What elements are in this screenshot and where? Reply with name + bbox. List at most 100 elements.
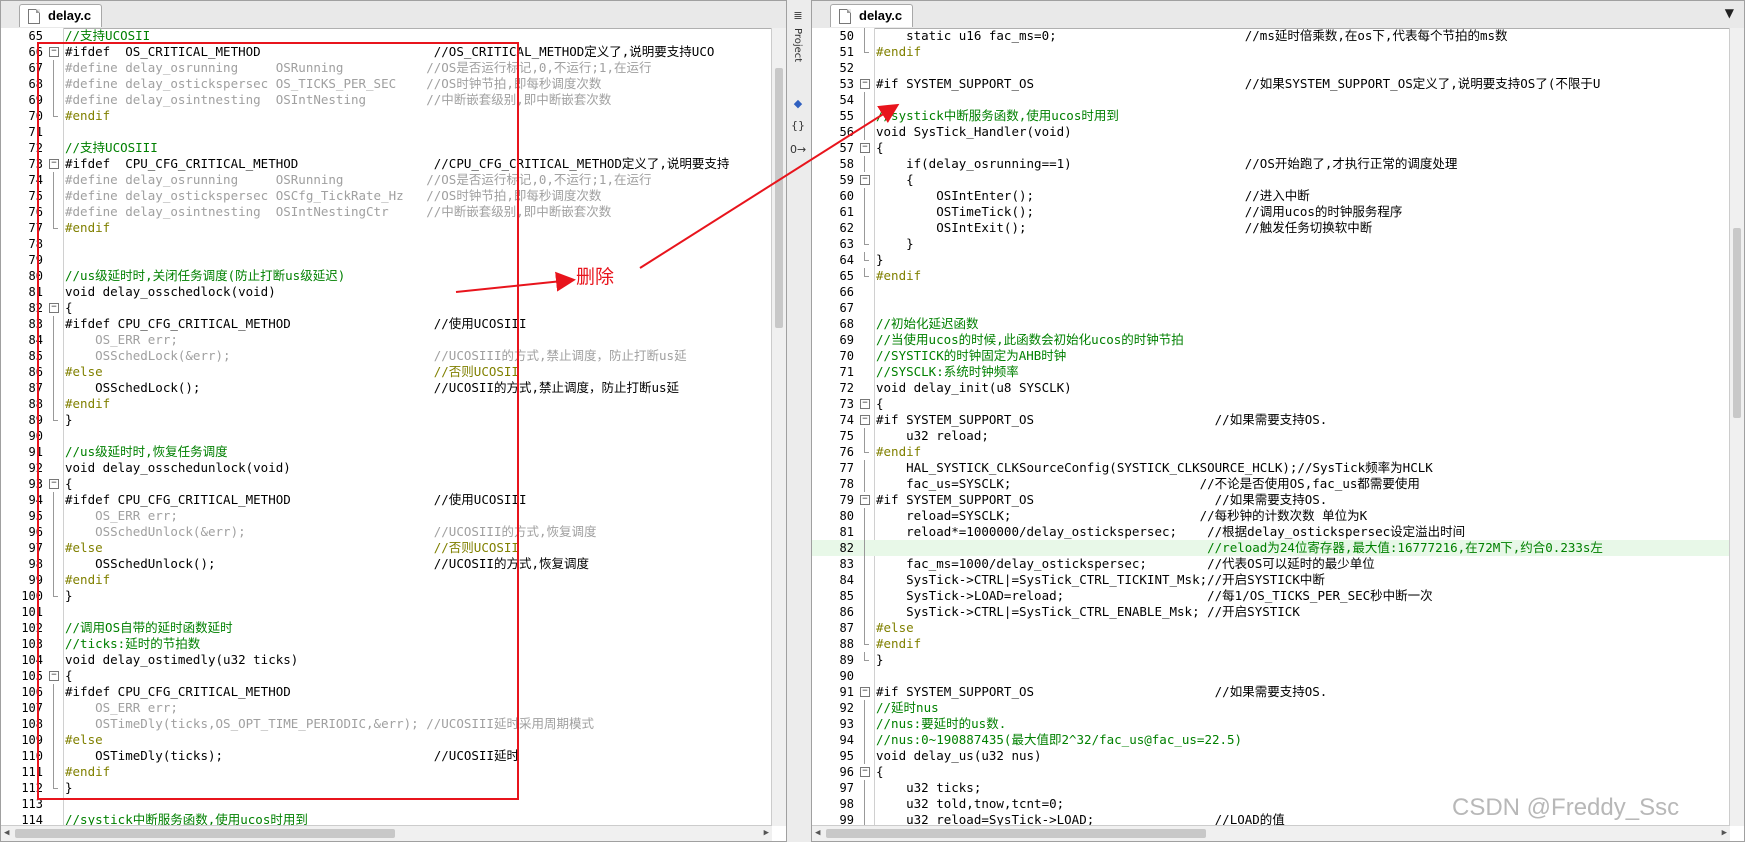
code-line[interactable]: 83 fac_ms=1000/delay_ostickspersec; //代表… bbox=[812, 556, 1730, 572]
code-line[interactable]: 95 void delay_us(u32 nus) bbox=[812, 748, 1730, 764]
code-text[interactable]: #if SYSTEM_SUPPORT_OS //如果需要支持OS. bbox=[876, 412, 1730, 428]
code-text[interactable]: } bbox=[876, 652, 1730, 668]
code-line[interactable]: 51 #endif bbox=[812, 44, 1730, 60]
fold-toggle-icon[interactable] bbox=[860, 76, 870, 92]
code-text[interactable]: OSIntExit(); //触发任务切换软中断 bbox=[876, 220, 1730, 236]
editor-pane-right[interactable]: delay.c ▼ 50 static u16 fac_ms=0; //ms延时… bbox=[811, 0, 1745, 842]
code-text[interactable]: static u16 fac_ms=0; //ms延时倍乘数,在os下,代表每个… bbox=[876, 28, 1730, 44]
code-line[interactable]: 60 OSIntEnter(); //进入中断 bbox=[812, 188, 1730, 204]
code-line[interactable]: 87 #else bbox=[812, 620, 1730, 636]
code-line[interactable]: 74 #if SYSTEM_SUPPORT_OS //如果需要支持OS. bbox=[812, 412, 1730, 428]
books-icon[interactable]: ◆ bbox=[790, 96, 806, 112]
code-text[interactable]: //nus:要延时的us数. bbox=[876, 716, 1730, 732]
code-text[interactable]: } bbox=[876, 252, 1730, 268]
code-text[interactable]: SysTick->CTRL|=SysTick_CTRL_TICKINT_Msk;… bbox=[876, 572, 1730, 588]
horizontal-scrollbar-left[interactable]: ◀ ▶ bbox=[1, 825, 772, 841]
code-text[interactable]: #endif bbox=[876, 268, 1730, 284]
fold-toggle-icon[interactable] bbox=[860, 412, 870, 428]
tab-delay-c-right[interactable]: delay.c bbox=[830, 4, 914, 27]
vertical-scrollbar-left[interactable] bbox=[771, 28, 786, 826]
scroll-thumb[interactable] bbox=[826, 829, 1206, 838]
project-window-icon[interactable]: ≣ bbox=[790, 8, 806, 24]
fold-toggle-icon[interactable] bbox=[860, 492, 870, 508]
code-line[interactable]: 53 #if SYSTEM_SUPPORT_OS //如果SYSTEM_SUPPO… bbox=[812, 76, 1730, 92]
scroll-right-arrow-icon[interactable]: ▶ bbox=[764, 828, 769, 838]
code-line[interactable]: 67 bbox=[812, 300, 1730, 316]
code-text[interactable]: OSIntEnter(); //进入中断 bbox=[876, 188, 1730, 204]
fold-toggle-icon[interactable] bbox=[860, 396, 870, 412]
code-text[interactable]: #endif bbox=[876, 44, 1730, 60]
tab-list-dropdown-icon[interactable]: ▼ bbox=[1725, 6, 1734, 20]
code-text[interactable]: u32 reload; bbox=[876, 428, 1730, 444]
code-text[interactable]: //nus:0~190887435(最大值即2^32/fac_us@fac_us… bbox=[876, 732, 1730, 748]
code-line[interactable]: 71 //SYSCLK:系统时钟频率 bbox=[812, 364, 1730, 380]
code-line[interactable]: 80 reload=SYSCLK; //每秒钟的计数次数 单位为K bbox=[812, 508, 1730, 524]
code-text[interactable]: SysTick->CTRL|=SysTick_CTRL_ENABLE_Msk; … bbox=[876, 604, 1730, 620]
code-line[interactable]: 92 //延时nus bbox=[812, 700, 1730, 716]
code-text[interactable]: #else bbox=[876, 620, 1730, 636]
templates-icon[interactable]: 0→ bbox=[790, 142, 806, 158]
code-line[interactable]: 86 SysTick->CTRL|=SysTick_CTRL_ENABLE_Ms… bbox=[812, 604, 1730, 620]
code-area-right[interactable]: 50 static u16 fac_ms=0; //ms延时倍乘数,在os下,代… bbox=[812, 28, 1730, 828]
code-line[interactable]: 58 if(delay_osrunning==1) //OS开始跑了,才执行正常… bbox=[812, 156, 1730, 172]
code-text[interactable]: SysTick->LOAD=reload; //每1/OS_TICKS_PER_… bbox=[876, 588, 1730, 604]
code-line[interactable]: 70 //SYSTICK的时钟固定为AHB时钟 bbox=[812, 348, 1730, 364]
code-line[interactable]: 63 } bbox=[812, 236, 1730, 252]
code-line[interactable]: 94 //nus:0~190887435(最大值即2^32/fac_us@fac_… bbox=[812, 732, 1730, 748]
code-line[interactable]: 85 SysTick->LOAD=reload; //每1/OS_TICKS_P… bbox=[812, 588, 1730, 604]
code-line[interactable]: 54 bbox=[812, 92, 1730, 108]
code-text[interactable]: //当使用ucos的时候,此函数会初始化ucos的时钟节拍 bbox=[876, 332, 1730, 348]
functions-icon[interactable]: {} bbox=[790, 118, 806, 134]
code-text[interactable]: void delay_us(u32 nus) bbox=[876, 748, 1730, 764]
fold-toggle-icon[interactable] bbox=[860, 684, 870, 700]
code-text[interactable]: fac_us=SYSCLK; //不论是否使用OS,fac_us都需要使用 bbox=[876, 476, 1730, 492]
code-line[interactable]: 59 { bbox=[812, 172, 1730, 188]
code-line[interactable]: 72 void delay_init(u8 SYSCLK) bbox=[812, 380, 1730, 396]
scroll-thumb[interactable] bbox=[15, 829, 395, 838]
code-text[interactable]: { bbox=[876, 172, 1730, 188]
code-line[interactable]: 69 //当使用ucos的时候,此函数会初始化ucos的时钟节拍 bbox=[812, 332, 1730, 348]
code-line[interactable]: 82 //reload为24位寄存器,最大值:16777216,在72M下,约合… bbox=[812, 540, 1730, 556]
code-line[interactable]: 57 { bbox=[812, 140, 1730, 156]
code-text[interactable]: { bbox=[876, 764, 1730, 780]
code-line[interactable]: 90 bbox=[812, 668, 1730, 684]
code-line[interactable]: 66 bbox=[812, 284, 1730, 300]
code-line[interactable]: 81 reload*=1000000/delay_ostickspersec; … bbox=[812, 524, 1730, 540]
code-line[interactable]: 96 { bbox=[812, 764, 1730, 780]
code-text[interactable]: #endif bbox=[876, 444, 1730, 460]
scroll-left-arrow-icon[interactable]: ◀ bbox=[815, 828, 820, 838]
code-text[interactable]: //初始化延迟函数 bbox=[876, 316, 1730, 332]
code-text[interactable]: //SYSCLK:系统时钟频率 bbox=[876, 364, 1730, 380]
code-line[interactable]: 65 #endif bbox=[812, 268, 1730, 284]
code-line[interactable]: 93 //nus:要延时的us数. bbox=[812, 716, 1730, 732]
code-line[interactable]: 84 SysTick->CTRL|=SysTick_CTRL_TICKINT_M… bbox=[812, 572, 1730, 588]
code-line[interactable]: 78 fac_us=SYSCLK; //不论是否使用OS,fac_us都需要使用 bbox=[812, 476, 1730, 492]
code-line[interactable]: 52 bbox=[812, 60, 1730, 76]
code-text[interactable]: reload*=1000000/delay_ostickspersec; //根… bbox=[876, 524, 1730, 540]
code-line[interactable]: 62 OSIntExit(); //触发任务切换软中断 bbox=[812, 220, 1730, 236]
project-label[interactable]: Project bbox=[792, 28, 803, 62]
code-text[interactable]: #endif bbox=[876, 636, 1730, 652]
code-text[interactable]: //SYSTICK的时钟固定为AHB时钟 bbox=[876, 348, 1730, 364]
code-line[interactable]: 50 static u16 fac_ms=0; //ms延时倍乘数,在os下,代… bbox=[812, 28, 1730, 44]
code-line[interactable]: 64} bbox=[812, 252, 1730, 268]
code-line[interactable]: 61 OSTimeTick(); //调用ucos的时钟服务程序 bbox=[812, 204, 1730, 220]
code-line[interactable]: 68 //初始化延迟函数 bbox=[812, 316, 1730, 332]
code-text[interactable]: { bbox=[876, 396, 1730, 412]
code-text[interactable]: //reload为24位寄存器,最大值:16777216,在72M下,约合0.2… bbox=[876, 540, 1730, 556]
code-text[interactable]: OSTimeTick(); //调用ucos的时钟服务程序 bbox=[876, 204, 1730, 220]
code-line[interactable]: 55 //systick中断服务函数,使用ucos时用到 bbox=[812, 108, 1730, 124]
code-text[interactable]: reload=SYSCLK; //每秒钟的计数次数 单位为K bbox=[876, 508, 1730, 524]
code-text[interactable]: { bbox=[876, 140, 1730, 156]
code-text[interactable]: if(delay_osrunning==1) //OS开始跑了,才执行正常的调度… bbox=[876, 156, 1730, 172]
fold-toggle-icon[interactable] bbox=[860, 764, 870, 780]
code-text[interactable]: void delay_init(u8 SYSCLK) bbox=[876, 380, 1730, 396]
code-text[interactable]: #if SYSTEM_SUPPORT_OS //如果SYSTEM_SUPPORT… bbox=[876, 76, 1730, 92]
vertical-scrollbar-right[interactable] bbox=[1729, 28, 1744, 826]
code-line[interactable]: 89} bbox=[812, 652, 1730, 668]
fold-toggle-icon[interactable] bbox=[860, 172, 870, 188]
code-line[interactable]: 88 #endif bbox=[812, 636, 1730, 652]
code-text[interactable]: HAL_SYSTICK_CLKSourceConfig(SYSTICK_CLKS… bbox=[876, 460, 1730, 476]
code-line[interactable]: 91 #if SYSTEM_SUPPORT_OS //如果需要支持OS. bbox=[812, 684, 1730, 700]
fold-toggle-icon[interactable] bbox=[860, 140, 870, 156]
